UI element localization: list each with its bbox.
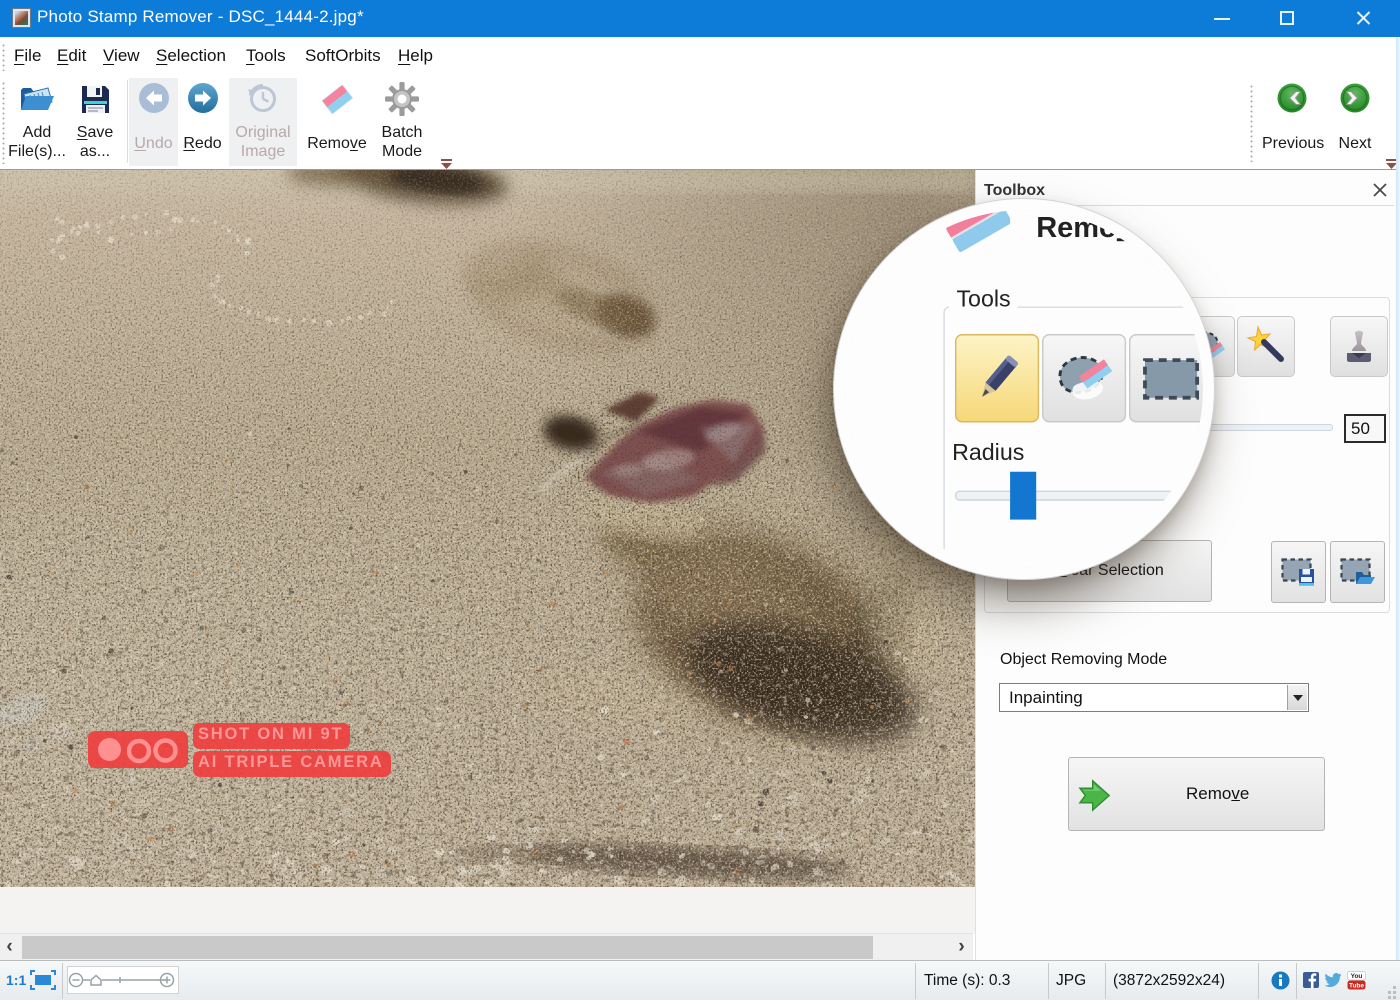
svg-text:Tube: Tube (1349, 983, 1364, 990)
svg-text:You: You (1351, 973, 1363, 980)
